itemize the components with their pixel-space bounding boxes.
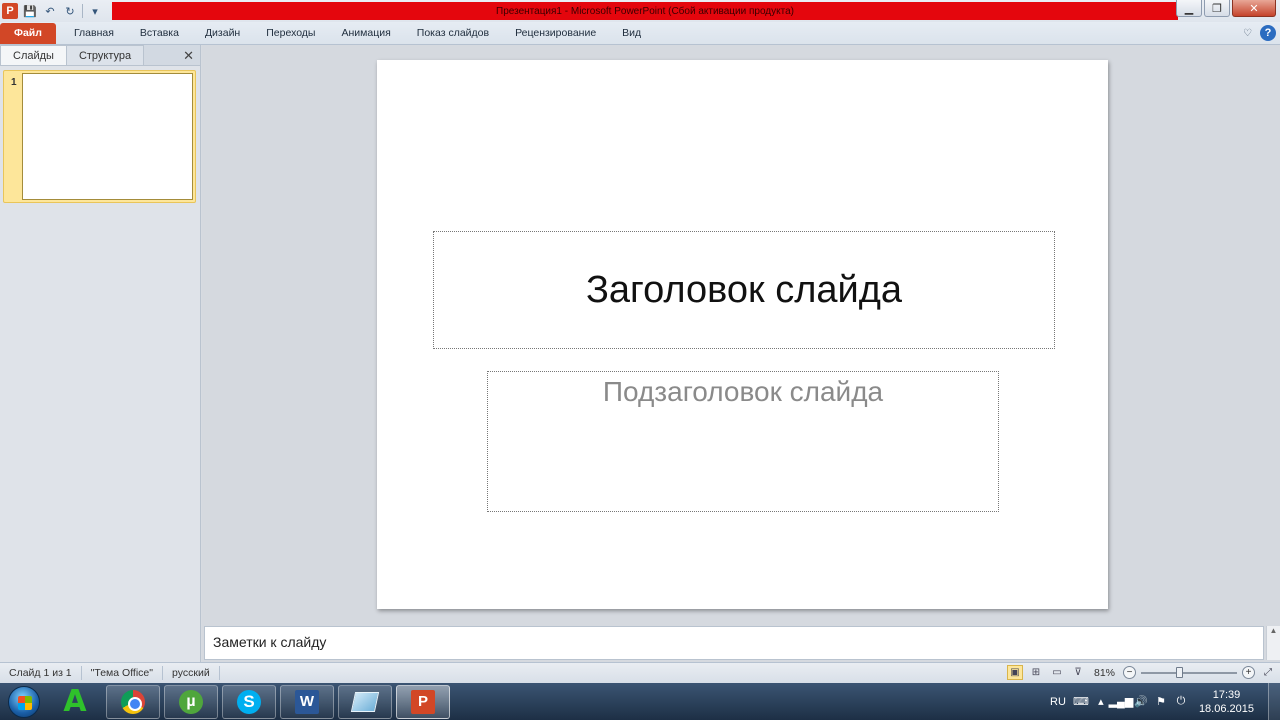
- sheet-icon: [350, 691, 380, 712]
- tab-transitions[interactable]: Переходы: [253, 23, 328, 44]
- title-placeholder[interactable]: Заголовок слайда: [433, 231, 1055, 349]
- tab-home[interactable]: Главная: [61, 23, 127, 44]
- utorrent-icon: µ: [179, 689, 203, 714]
- ribbon-help-area: ♡ ?: [1243, 25, 1276, 41]
- powerpoint-app-icon[interactable]: P: [2, 3, 18, 19]
- tab-view[interactable]: Вид: [609, 23, 654, 44]
- zoom-level[interactable]: 81%: [1094, 667, 1115, 679]
- slide-thumbnail[interactable]: [22, 73, 193, 200]
- zoom-slider[interactable]: [1141, 666, 1237, 678]
- close-button[interactable]: ✕: [1232, 0, 1276, 17]
- system-tray: RU ⌨ ▴ ▂▄▆ 🔊 ⚑ ⏻ 17:39 18.06.2015: [1045, 683, 1280, 720]
- maximize-button[interactable]: ❐: [1204, 0, 1230, 17]
- notes-pane: Заметки к слайду ▲: [202, 623, 1280, 662]
- chrome-icon: [121, 689, 145, 714]
- taskbar-skype[interactable]: S: [222, 684, 276, 719]
- qat-separator: [82, 4, 83, 18]
- slideshow-view-icon[interactable]: ⊽: [1070, 665, 1086, 680]
- quick-access-toolbar: P 💾 ↶ ↻ ▾: [0, 0, 103, 22]
- a-app-icon: A: [63, 684, 87, 719]
- notes-scrollbar[interactable]: ▲: [1266, 626, 1280, 660]
- slide-thumbnail-row[interactable]: 1: [3, 70, 196, 203]
- power-icon[interactable]: ⏻: [1174, 695, 1188, 708]
- taskbar-utorrent[interactable]: µ: [164, 684, 218, 719]
- subtitle-placeholder[interactable]: Подзаголовок слайда: [487, 371, 999, 512]
- slide-editing-area: Заголовок слайда Подзаголовок слайда: [202, 45, 1280, 623]
- keyboard-icon[interactable]: ⌨: [1073, 696, 1089, 708]
- help-icon[interactable]: ?: [1260, 25, 1276, 41]
- tab-outline[interactable]: Структура: [65, 45, 145, 65]
- slide-counter: Слайд 1 из 1: [0, 666, 82, 680]
- taskbar-a-app[interactable]: A: [48, 684, 102, 719]
- skype-icon: S: [237, 689, 261, 714]
- taskbar-word[interactable]: W: [280, 684, 334, 719]
- taskbar-powerpoint[interactable]: P: [396, 684, 450, 719]
- zoom-slider-thumb[interactable]: [1175, 666, 1183, 678]
- zoom-in-icon[interactable]: +: [1242, 666, 1255, 679]
- minimize-button[interactable]: ▁: [1176, 0, 1202, 17]
- customize-icon[interactable]: ▾: [87, 3, 103, 19]
- window-controls: ▁ ❐ ✕: [1176, 0, 1276, 17]
- tab-review[interactable]: Рецензирование: [502, 23, 609, 44]
- slides-pane: Слайды Структура ✕ 1: [0, 45, 201, 662]
- normal-view-icon[interactable]: ▣: [1006, 665, 1023, 680]
- slide-number: 1: [11, 77, 17, 88]
- window-title: Презентация1 - Microsoft PowerPoint (Сбо…: [112, 2, 1178, 20]
- notes-input[interactable]: Заметки к слайду: [204, 626, 1264, 660]
- taskbar-sheet-app[interactable]: [338, 684, 392, 719]
- windows-logo-icon: [8, 685, 40, 718]
- clock[interactable]: 17:39 18.06.2015: [1191, 688, 1268, 716]
- language-indicator[interactable]: русский: [163, 666, 220, 680]
- word-icon: W: [295, 689, 319, 714]
- theme-name[interactable]: "Тема Office": [82, 666, 163, 680]
- clock-date: 18.06.2015: [1198, 702, 1254, 715]
- slide-canvas[interactable]: Заголовок слайда Подзаголовок слайда: [377, 60, 1108, 609]
- ribbon-minimize-icon[interactable]: ♡: [1243, 28, 1252, 39]
- start-button[interactable]: [4, 683, 44, 720]
- tab-animations[interactable]: Анимация: [328, 23, 403, 44]
- tab-slides[interactable]: Слайды: [0, 45, 67, 65]
- show-desktop-button[interactable]: [1268, 683, 1280, 720]
- fit-to-window-icon[interactable]: ⤢: [1260, 665, 1276, 680]
- save-icon[interactable]: 💾: [22, 3, 38, 19]
- redo-icon[interactable]: ↻: [62, 3, 78, 19]
- volume-icon[interactable]: 🔊: [1134, 696, 1148, 708]
- input-language[interactable]: RU: [1045, 696, 1071, 708]
- action-center-flag-icon[interactable]: ⚑: [1154, 696, 1168, 708]
- title-bar: P 💾 ↶ ↻ ▾ Презентация1 - Microsoft Power…: [0, 0, 1280, 22]
- status-bar: Слайд 1 из 1 "Тема Office" русский ▣ ⊞ ▭…: [0, 662, 1280, 683]
- slide-sorter-icon[interactable]: ⊞: [1028, 665, 1044, 680]
- slides-pane-tabs: Слайды Структура ✕: [0, 45, 200, 66]
- taskbar-chrome[interactable]: [106, 684, 160, 719]
- undo-icon[interactable]: ↶: [42, 3, 58, 19]
- powerpoint-icon: P: [411, 689, 435, 714]
- taskbar: A µ S W P RU ⌨ ▴ ▂▄▆ 🔊 ⚑ ⏻ 17:39 18.06.2…: [0, 683, 1280, 720]
- ribbon-tabs: Файл Главная Вставка Дизайн Переходы Ани…: [0, 22, 1280, 45]
- close-pane-icon[interactable]: ✕: [183, 48, 194, 64]
- network-signal-icon[interactable]: ▂▄▆: [1109, 696, 1134, 708]
- zoom-out-icon[interactable]: −: [1123, 666, 1136, 679]
- tab-insert[interactable]: Вставка: [127, 23, 192, 44]
- tab-file[interactable]: Файл: [0, 22, 56, 44]
- tab-slideshow[interactable]: Показ слайдов: [404, 23, 502, 44]
- view-zoom-controls: ▣ ⊞ ▭ ⊽ 81% − + ⤢: [1006, 665, 1276, 680]
- show-hidden-icons-icon[interactable]: ▴: [1094, 696, 1108, 708]
- clock-time: 17:39: [1212, 688, 1241, 701]
- reading-view-icon[interactable]: ▭: [1049, 665, 1065, 680]
- tab-design[interactable]: Дизайн: [192, 23, 253, 44]
